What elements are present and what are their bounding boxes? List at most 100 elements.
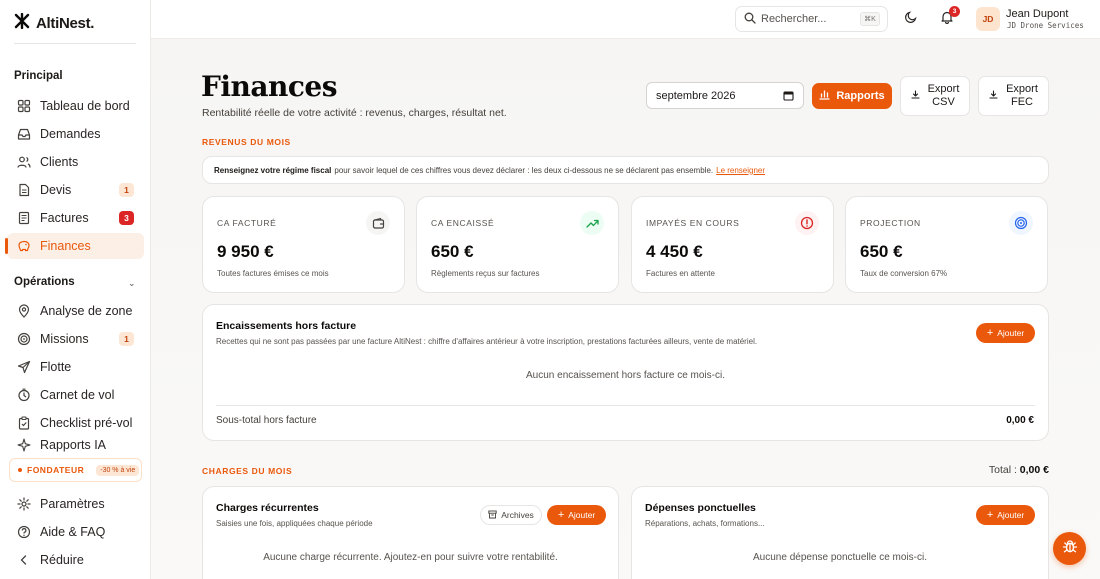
alert-circle-icon [795,211,819,235]
sidebar-item-analyse-de-zone[interactable]: Analyse de zone [7,298,144,324]
reports-button[interactable]: Rapports [812,83,892,109]
plus-icon: + [557,509,565,521]
reports-label: Rapports [836,90,885,102]
calendar-icon[interactable] [783,90,794,104]
sidebar-item-aide-faq[interactable]: Aide & FAQ [7,519,144,545]
month-picker[interactable]: septembre 2026 [646,82,804,109]
sidebar-item-label: Devis [40,183,72,197]
add-depense-button[interactable]: + Ajouter [976,505,1035,525]
export-fec-button[interactable]: Export FEC [978,76,1049,116]
bug-icon [1062,538,1078,559]
sidebar-item-missions[interactable]: Missions 1 [7,326,144,352]
sidebar-item-finances[interactable]: Finances [5,233,144,259]
sidebar-item-label: Factures [40,211,89,225]
kpi-note: Factures en attente [646,269,715,278]
notifications-button[interactable]: 3 [938,6,960,28]
divider [216,405,1035,406]
kpi-label: PROJECTION [860,218,921,228]
card-title: Charges récurrentes [216,502,319,514]
archive-icon [488,510,497,521]
kpi-value: 650 € [860,242,903,261]
sidebar-item-factures[interactable]: Factures 3 [7,205,144,231]
kpi-card-impayes: IMPAYÉS EN COURS 4 450 € Factures en att… [631,196,834,293]
kpi-note: Taux de conversion 67% [860,269,948,278]
kpi-label: IMPAYÉS EN COURS [646,218,740,228]
map-pin-icon [17,304,31,318]
sidebar-item-parametres[interactable]: Paramètres [7,491,144,517]
empty-state: Aucun encaissement hors facture ce mois-… [526,370,725,381]
gear-icon [17,497,31,511]
sidebar-item-label: Analyse de zone [40,304,133,318]
topbar: Rechercher... ⌘K 3 JD Jean Dupont JD Dro… [151,0,1100,39]
sidebar-item-reduire[interactable]: Réduire [7,547,144,573]
founder-banner[interactable]: FONDATEUR -30 % à vie [9,458,142,482]
plus-icon: + [986,509,994,521]
logo-text: AltiNest. [36,14,95,32]
section-title-principal: Principal [14,70,63,82]
document-icon [17,183,31,197]
card-subtitle: Réparations, achats, formations... [645,519,765,528]
sidebar-item-carnet-de-vol[interactable]: Carnet de vol [7,382,144,408]
export-csv-button[interactable]: Export CSV [900,76,970,116]
charges-total-value: 0,00 € [1019,464,1049,476]
sidebar-item-label: Rapports IA [40,438,107,452]
charges-total: Total : 0,00 € [989,464,1049,476]
sidebar-item-tableau-de-bord[interactable]: Tableau de bord [7,93,144,119]
notice-link[interactable]: Le renseigner [716,166,765,175]
target-icon [1009,211,1033,235]
factures-count-badge: 3 [119,211,134,225]
devis-count-badge: 1 [119,183,134,197]
add-label: Ajouter [997,328,1025,338]
notice-bold: Renseignez votre régime fiscal [214,165,332,175]
users-icon [17,155,31,169]
sidebar-item-checklist-pre-vol[interactable]: Checklist pré-vol [7,410,144,436]
plane-icon [17,360,31,374]
export-fec-label-line1: Export [1006,83,1038,95]
add-charge-button[interactable]: + Ajouter [547,505,606,525]
kpi-card-projection: PROJECTION 650 € Taux de conversion 67% [845,196,1048,293]
month-value: septembre 2026 [656,89,736,102]
export-csv-label: Export CSV [928,83,960,109]
sidebar-item-rapports-ia[interactable]: Rapports IA [7,438,144,452]
empty-state: Aucune dépense ponctuelle ce mois-ci. [753,552,927,563]
trend-up-icon [580,211,604,235]
sidebar-item-demandes[interactable]: Demandes [7,121,144,147]
download-icon [911,89,920,103]
invoice-icon [17,211,31,225]
target-icon [17,332,31,346]
avatar[interactable]: JD [976,7,1000,31]
sidebar-item-devis[interactable]: Devis 1 [7,177,144,203]
sidebar-item-flotte[interactable]: Flotte [7,354,144,380]
finance-icon [17,239,31,253]
user-company: JD Drone Services [1007,21,1084,30]
kpi-value: 9 950 € [217,242,274,261]
dark-mode-toggle[interactable] [902,10,920,28]
add-label: Ajouter [997,510,1025,520]
sidebar-item-label: Missions [40,332,89,346]
missions-count-badge: 1 [119,332,134,346]
charges-total-label: Total : [988,464,1017,476]
app-logo[interactable]: AltiNest. [14,12,95,33]
chevron-down-icon[interactable]: ⌄ [128,278,136,289]
user-name[interactable]: Jean Dupont [1006,8,1068,20]
card-subtitle: Recettes qui ne sont pas passées par une… [216,337,758,346]
logo-icon [14,12,30,33]
subtotal-label: Sous-total hors facture [216,415,317,426]
sidebar: AltiNest. Principal Tableau de bord Dema… [0,0,151,579]
search-shortcut: ⌘K [860,12,880,26]
bar-chart-icon [819,89,831,103]
search-placeholder: Rechercher... [761,13,827,25]
founder-label: FONDATEUR [27,465,85,475]
subtotal-value: 0,00 € [1006,415,1034,426]
kpi-value: 650 € [431,242,474,261]
section-title-operations: Opérations [14,276,75,288]
search-input[interactable]: Rechercher... ⌘K [735,6,888,32]
page-subtitle: Rentabilité réelle de votre activité : r… [202,107,507,119]
card-title: Dépenses ponctuelles [645,502,756,514]
bug-report-button[interactable] [1053,532,1086,565]
card-subtitle: Saisies une fois, appliquées chaque péri… [216,519,373,528]
founder-dot-icon [18,468,22,472]
sidebar-item-clients[interactable]: Clients [7,149,144,175]
add-encaissement-button[interactable]: + Ajouter [976,323,1035,343]
archives-button[interactable]: Archives [480,505,542,525]
